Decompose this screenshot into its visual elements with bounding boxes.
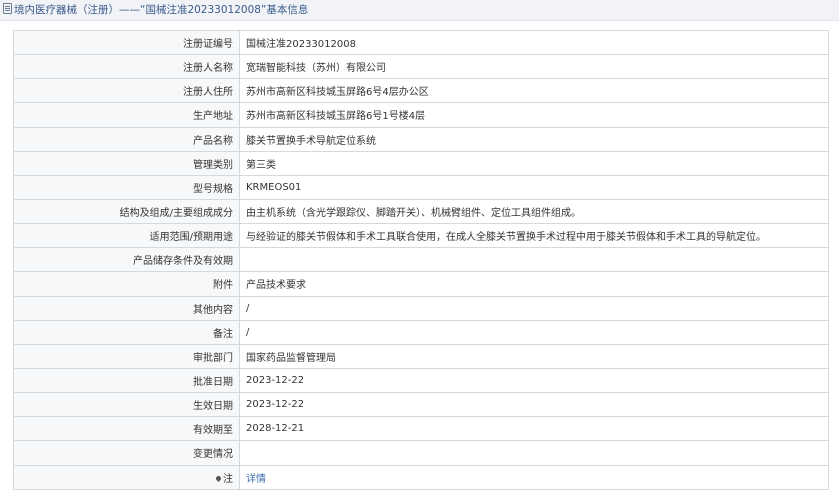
- table-row: 审批部门 国家药品监督管理局: [13, 343, 829, 369]
- row-value: 与经验证的膝关节假体和手术工具联合使用，在成人全膝关节置换手术过程中用于膝关节假…: [239, 223, 829, 249]
- info-table: 注册证编号 国械注准20233012008 注册人名称 宽瑞智能科技（苏州）有限…: [13, 29, 829, 490]
- row-label: 变更情况: [13, 440, 240, 466]
- table-row: 管理类别 第三类: [13, 150, 829, 176]
- table-row: 备注 /: [13, 319, 829, 345]
- row-label: 管理类别: [13, 150, 240, 176]
- row-value: [239, 440, 829, 466]
- row-label: 批准日期: [13, 367, 240, 394]
- document-icon: [3, 3, 12, 14]
- row-value: 苏州市高新区科技城玉屏路6号1号楼4层: [239, 102, 829, 128]
- details-link[interactable]: 详情: [246, 474, 266, 485]
- page-title: 境内医疗器械（注册）——“国械注准20233012008”基本信息: [14, 4, 309, 16]
- note-label-cell: 注: [13, 464, 240, 490]
- row-label: 产品储存条件及有效期: [13, 247, 240, 273]
- row-value: 2023-12-22: [239, 367, 829, 394]
- row-value: 国家药品监督管理局: [239, 343, 829, 369]
- row-label: 注册人名称: [13, 54, 240, 80]
- row-label: 注: [223, 473, 233, 485]
- row-value: 膝关节置换手术导航定位系统: [239, 126, 829, 152]
- info-table-container: 注册证编号 国械注准20233012008 注册人名称 宽瑞智能科技（苏州）有限…: [0, 21, 839, 490]
- table-row: 生产地址 苏州市高新区科技城玉屏路6号1号楼4层: [13, 102, 829, 128]
- table-row: 其他内容 /: [13, 295, 829, 321]
- row-label: 型号规格: [13, 174, 240, 200]
- row-value: 产品技术要求: [239, 271, 829, 297]
- row-label: 附件: [13, 271, 240, 297]
- location-pin-icon: [214, 474, 223, 482]
- row-label: 备注: [13, 319, 240, 345]
- row-label: 其他内容: [13, 295, 240, 321]
- row-label: 生产地址: [13, 102, 240, 128]
- table-row: 产品储存条件及有效期: [13, 247, 829, 273]
- row-label: 适用范围/预期用途: [13, 223, 240, 249]
- row-label: 注册人住所: [13, 78, 240, 104]
- table-row: 适用范围/预期用途 与经验证的膝关节假体和手术工具联合使用，在成人全膝关节置换手…: [13, 223, 829, 249]
- row-label: 注册证编号: [13, 29, 240, 56]
- row-value: 苏州市高新区科技城玉屏路6号4层办公区: [239, 78, 829, 104]
- table-row: 注 详情: [13, 464, 829, 490]
- table-row: 注册证编号 国械注准20233012008: [13, 29, 829, 56]
- page-header: 境内医疗器械（注册）——“国械注准20233012008”基本信息: [0, 0, 839, 21]
- row-value: 宽瑞智能科技（苏州）有限公司: [239, 54, 829, 80]
- row-value: 由主机系统（含光学跟踪仪、脚踏开关）、机械臂组件、定位工具组件组成。: [239, 198, 829, 225]
- row-value: 2023-12-22: [239, 392, 829, 418]
- table-row: 批准日期 2023-12-22: [13, 367, 829, 394]
- table-row: 有效期至 2028-12-21: [13, 416, 829, 442]
- row-value: 第三类: [239, 150, 829, 176]
- table-row: 型号规格 KRMEOS01: [13, 174, 829, 200]
- row-value: [239, 247, 829, 273]
- table-row: 结构及组成/主要组成成分 由主机系统（含光学跟踪仪、脚踏开关）、机械臂组件、定位…: [13, 198, 829, 225]
- row-label: 有效期至: [13, 416, 240, 442]
- table-row: 附件 产品技术要求: [13, 271, 829, 297]
- row-value: /: [239, 319, 829, 345]
- table-row: 变更情况: [13, 440, 829, 466]
- table-row: 产品名称 膝关节置换手术导航定位系统: [13, 126, 829, 152]
- row-label: 产品名称: [13, 126, 240, 152]
- row-value: 2028-12-21: [239, 416, 829, 442]
- row-value: /: [239, 295, 829, 321]
- table-row: 注册人住所 苏州市高新区科技城玉屏路6号4层办公区: [13, 78, 829, 104]
- row-label: 审批部门: [13, 343, 240, 369]
- table-row: 生效日期 2023-12-22: [13, 392, 829, 418]
- row-label: 生效日期: [13, 392, 240, 418]
- row-label: 结构及组成/主要组成成分: [13, 198, 240, 225]
- table-row: 注册人名称 宽瑞智能科技（苏州）有限公司: [13, 54, 829, 80]
- note-value-cell: 详情: [239, 464, 829, 490]
- row-value: 国械注准20233012008: [239, 29, 829, 56]
- row-value: KRMEOS01: [239, 174, 829, 200]
